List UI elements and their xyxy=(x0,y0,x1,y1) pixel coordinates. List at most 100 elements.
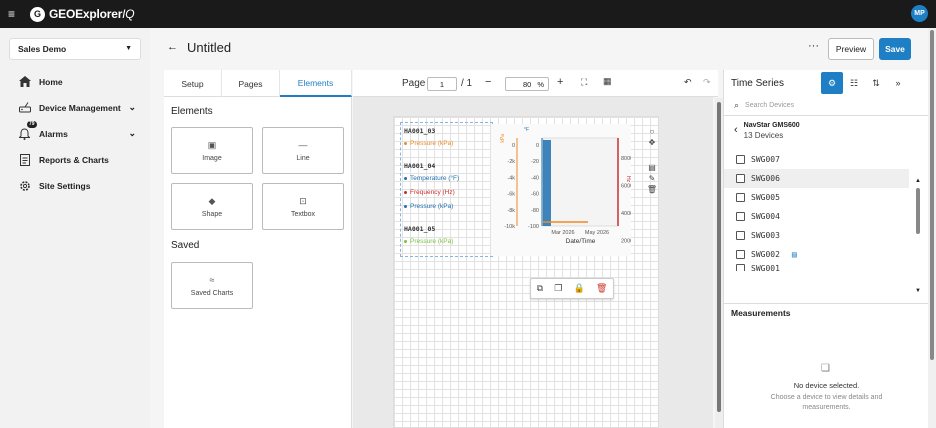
device-row[interactable]: SWG004 xyxy=(724,207,909,226)
chevron-down-icon[interactable]: ⌄ xyxy=(128,102,136,113)
device-checkbox[interactable] xyxy=(736,250,745,259)
grid-icon[interactable]: ▦ xyxy=(603,76,612,87)
element-card-shape[interactable]: ◆ Shape xyxy=(171,183,253,230)
sidebar-item-home[interactable]: Home xyxy=(18,75,136,88)
hamburger-menu-icon[interactable]: ≡ xyxy=(8,7,30,21)
delete-trash-icon[interactable]: 🗑 xyxy=(647,185,657,194)
edit-pencil-icon[interactable]: ✎ xyxy=(649,174,656,183)
legend-series[interactable]: Pressure (kPa) xyxy=(404,140,453,147)
scroll-thumb[interactable] xyxy=(930,30,934,360)
legend-series[interactable]: Frequency (Hz) xyxy=(404,189,455,196)
legend-series-label: Temperature (°F) xyxy=(410,175,460,182)
user-avatar[interactable]: MP xyxy=(911,5,928,22)
lock-icon[interactable]: 🔒 xyxy=(574,283,585,294)
page-total: / 1 xyxy=(461,78,473,89)
device-list-scrollbar[interactable]: ▲ ▼ xyxy=(914,178,922,296)
app-logo[interactable]: G GEOExplorerIQ xyxy=(30,6,135,22)
filter-sliders-icon[interactable]: ☷ xyxy=(843,72,865,94)
scroll-down-icon[interactable]: ▼ xyxy=(915,288,921,294)
sidebar-item-site-settings[interactable]: Site Settings xyxy=(18,179,136,192)
sort-icon[interactable]: ⇅ xyxy=(865,72,887,94)
device-row[interactable]: SWG003 xyxy=(724,226,909,245)
device-checkbox[interactable] xyxy=(736,193,745,202)
device-checkbox[interactable] xyxy=(736,231,745,240)
device-search[interactable]: ⌕ Search Devices xyxy=(724,96,936,116)
gear-icon xyxy=(18,179,31,192)
more-options-icon[interactable]: ··· xyxy=(808,40,819,52)
zoom-out-icon[interactable]: − xyxy=(485,76,491,88)
search-input[interactable]: Search Devices xyxy=(745,102,794,109)
undo-icon[interactable]: ↶ xyxy=(684,77,692,88)
empty-state-icon: ❏ xyxy=(821,363,830,374)
page-scrollbar[interactable] xyxy=(928,28,936,428)
save-button[interactable]: Save xyxy=(879,38,911,60)
device-row[interactable]: SWG005 xyxy=(724,188,909,207)
y-tick-label-f: -40 xyxy=(531,175,539,181)
sidebar-item-label: Device Management xyxy=(39,102,121,113)
measurements-heading: Measurements xyxy=(731,308,791,318)
scroll-up-icon[interactable]: ▲ xyxy=(915,178,921,184)
scroll-thumb[interactable] xyxy=(916,188,920,234)
series-temperature-bar xyxy=(543,140,551,226)
sidebar-item-label: Home xyxy=(39,76,63,87)
y-axis-unit-f: °F xyxy=(524,127,529,133)
back-arrow-icon[interactable]: ← xyxy=(167,41,178,53)
zoom-input[interactable]: 80 % xyxy=(505,77,549,91)
y-tick-label-kpa: -4k xyxy=(507,175,515,181)
legend-series[interactable]: Pressure (kPa) xyxy=(404,238,453,245)
search-icon: ⌕ xyxy=(734,100,740,110)
device-group-header[interactable]: ‹ NavStar GMS600 13 Devices xyxy=(734,122,800,140)
sidebar-item-device-management[interactable]: Device Management ⌄ xyxy=(18,101,136,114)
tab-setup[interactable]: Setup xyxy=(164,70,222,97)
page-title[interactable]: Untitled xyxy=(187,40,231,55)
collapse-double-chevron-icon[interactable]: » xyxy=(887,72,909,94)
tab-elements[interactable]: Elements xyxy=(280,70,352,97)
settings-gear-icon[interactable]: ⚙ xyxy=(821,72,843,94)
series-dot xyxy=(404,240,407,243)
device-count: 13 Devices xyxy=(743,131,784,140)
device-checkbox[interactable] xyxy=(736,264,745,271)
scroll-thumb[interactable] xyxy=(717,102,721,412)
org-select[interactable]: Sales Demo ▼ xyxy=(9,38,141,60)
legend-series[interactable]: Pressure (kPa) xyxy=(404,203,453,210)
report-page[interactable]: HA001_03 Pressure (kPa) HA001_04 Temperatur… xyxy=(393,116,659,428)
element-card-image[interactable]: ▣ Image xyxy=(171,127,253,174)
device-row[interactable]: SWG001 xyxy=(724,264,909,271)
copy-icon[interactable]: ❐ xyxy=(554,283,562,294)
device-checkbox[interactable] xyxy=(736,174,745,183)
router-icon xyxy=(18,101,31,114)
device-checkbox[interactable] xyxy=(736,155,745,164)
sidebar-item-label: Alarms xyxy=(39,128,68,139)
chevron-left-icon[interactable]: ‹ xyxy=(734,124,738,140)
element-card-textbox[interactable]: ⊡ Textbox xyxy=(262,183,344,230)
device-row[interactable]: SWG006 xyxy=(724,169,909,188)
page-number-input[interactable]: 1 xyxy=(427,77,457,91)
legend-series[interactable]: Temperature (°F) xyxy=(404,175,459,182)
tab-pages[interactable]: Pages xyxy=(222,70,280,97)
zoom-in-icon[interactable]: + xyxy=(557,76,563,88)
legend-element[interactable]: HA001_03 Pressure (kPa) HA001_04 Temperatur… xyxy=(400,122,493,257)
delete-icon[interactable]: 🗑 xyxy=(596,283,607,294)
chart-element[interactable]: 0 -2k -4k -6k -8k -10k kPa 0 -20 -40 -60 -80 -100 °F 8… xyxy=(491,124,633,256)
workspace-scrollbar[interactable] xyxy=(715,98,723,428)
y-tick-label-hz: 4000 xyxy=(621,211,631,217)
element-card-saved-charts[interactable]: ≈ Saved Charts xyxy=(171,262,253,309)
save-image-icon[interactable]: ▤ xyxy=(648,163,656,172)
chevron-down-icon[interactable]: ⌄ xyxy=(128,128,136,139)
saved-heading: Saved xyxy=(171,240,200,251)
reset-icon[interactable]: ○ xyxy=(650,127,655,136)
note-icon[interactable]: ▤ xyxy=(792,250,797,259)
device-checkbox[interactable] xyxy=(736,212,745,221)
fit-screen-icon[interactable]: ⛶ xyxy=(581,77,587,88)
element-card-line[interactable]: — Line xyxy=(262,127,344,174)
device-row[interactable]: SWG007 xyxy=(724,150,909,169)
line-icon: — xyxy=(298,139,308,150)
series-dot xyxy=(404,142,407,145)
sidebar-item-alarms[interactable]: 79 Alarms ⌄ xyxy=(18,121,136,140)
preview-button[interactable]: Preview xyxy=(828,38,874,60)
device-row[interactable]: SWG002 ▤ xyxy=(724,245,909,264)
redo-icon[interactable]: ↷ xyxy=(703,77,711,88)
sidebar-item-reports-charts[interactable]: Reports & Charts xyxy=(18,153,136,166)
move-icon[interactable]: ✥ xyxy=(649,138,656,147)
duplicate-icon[interactable]: ⧉ xyxy=(537,283,543,294)
